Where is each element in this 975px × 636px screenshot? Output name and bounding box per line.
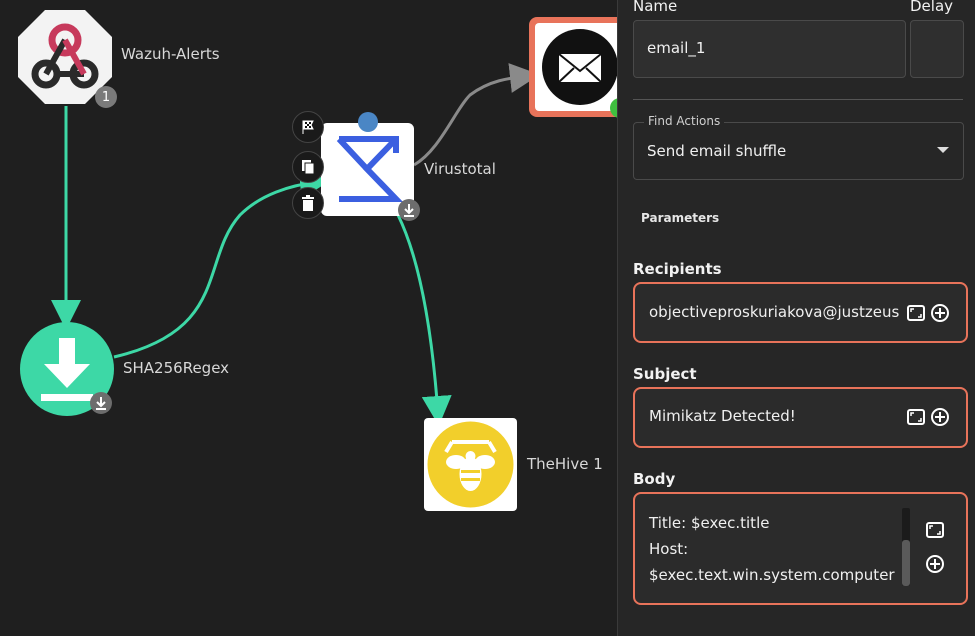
action-config-panel: Name Delay email_1 Find Actions Send ema… bbox=[617, 0, 975, 636]
subject-value: Mimikatz Detected! bbox=[649, 407, 796, 425]
divider bbox=[633, 99, 963, 100]
node-label-wazuh: Wazuh-Alerts bbox=[121, 45, 220, 63]
add-variable-icon[interactable] bbox=[930, 303, 950, 323]
body-field[interactable]: Title: $exec.title Host: $exec.text.win.… bbox=[633, 492, 968, 605]
expand-icon[interactable] bbox=[906, 407, 926, 427]
recipients-value: objectiveproskuriakova@justzeus.c bbox=[649, 303, 899, 321]
parameters-heading: Parameters bbox=[641, 211, 720, 225]
delay-input[interactable] bbox=[910, 20, 964, 78]
download-badge-icon bbox=[90, 392, 112, 414]
find-actions-value: Send email shuffle bbox=[647, 142, 787, 160]
node-label-thehive: TheHive 1 bbox=[527, 455, 603, 473]
node-label-virustotal: Virustotal bbox=[424, 160, 496, 178]
trash-icon bbox=[302, 195, 314, 211]
edge-virustotal-to-email bbox=[413, 63, 540, 167]
node-email[interactable] bbox=[529, 17, 617, 117]
name-label: Name bbox=[633, 0, 678, 15]
add-variable-icon[interactable] bbox=[930, 407, 950, 427]
selected-node-indicator bbox=[358, 112, 378, 132]
copy-icon bbox=[302, 160, 315, 175]
body-text: Title: $exec.title Host: $exec.text.win.… bbox=[649, 510, 895, 588]
body-line: Host: bbox=[649, 540, 689, 558]
node-label-sha: SHA256Regex bbox=[123, 359, 230, 377]
find-actions-label: Find Actions bbox=[644, 114, 725, 128]
recipients-label: Recipients bbox=[633, 260, 722, 278]
body-scrollbar-thumb[interactable] bbox=[902, 540, 910, 586]
set-start-flag-button[interactable] bbox=[292, 111, 324, 143]
body-line: Title: $exec.title bbox=[649, 514, 770, 532]
expand-icon[interactable] bbox=[925, 520, 945, 540]
edge-virustotal-to-thehive bbox=[396, 214, 452, 426]
email-envelope-icon bbox=[542, 29, 617, 105]
body-label: Body bbox=[633, 470, 676, 488]
flag-icon bbox=[302, 120, 314, 134]
delay-label: Delay bbox=[910, 0, 954, 15]
download-badge-icon bbox=[398, 199, 420, 221]
name-input[interactable]: email_1 bbox=[633, 20, 906, 78]
subject-label: Subject bbox=[633, 365, 697, 383]
expand-icon[interactable] bbox=[906, 303, 926, 323]
delete-node-button[interactable] bbox=[292, 187, 324, 219]
subject-field[interactable]: Mimikatz Detected! bbox=[633, 387, 968, 448]
duplicate-node-button[interactable] bbox=[292, 151, 324, 183]
body-scrollbar[interactable] bbox=[902, 508, 910, 586]
name-input-value: email_1 bbox=[647, 39, 706, 57]
add-variable-icon[interactable] bbox=[925, 554, 945, 574]
edge-sha-to-virustotal bbox=[113, 169, 330, 359]
recipients-field[interactable]: objectiveproskuriakova@justzeus.c bbox=[633, 282, 968, 343]
chevron-down-icon bbox=[937, 147, 949, 153]
trigger-count-badge: 1 bbox=[95, 86, 117, 108]
find-actions-select[interactable]: Find Actions Send email shuffle bbox=[633, 114, 964, 180]
workflow-canvas[interactable]: 1 Wazuh-Alerts SHA256Regex Virustotal Th… bbox=[0, 0, 617, 636]
thehive-bee-icon bbox=[427, 421, 514, 508]
body-line: $exec.text.win.system.computer bbox=[649, 566, 895, 584]
node-thehive[interactable] bbox=[424, 418, 517, 511]
